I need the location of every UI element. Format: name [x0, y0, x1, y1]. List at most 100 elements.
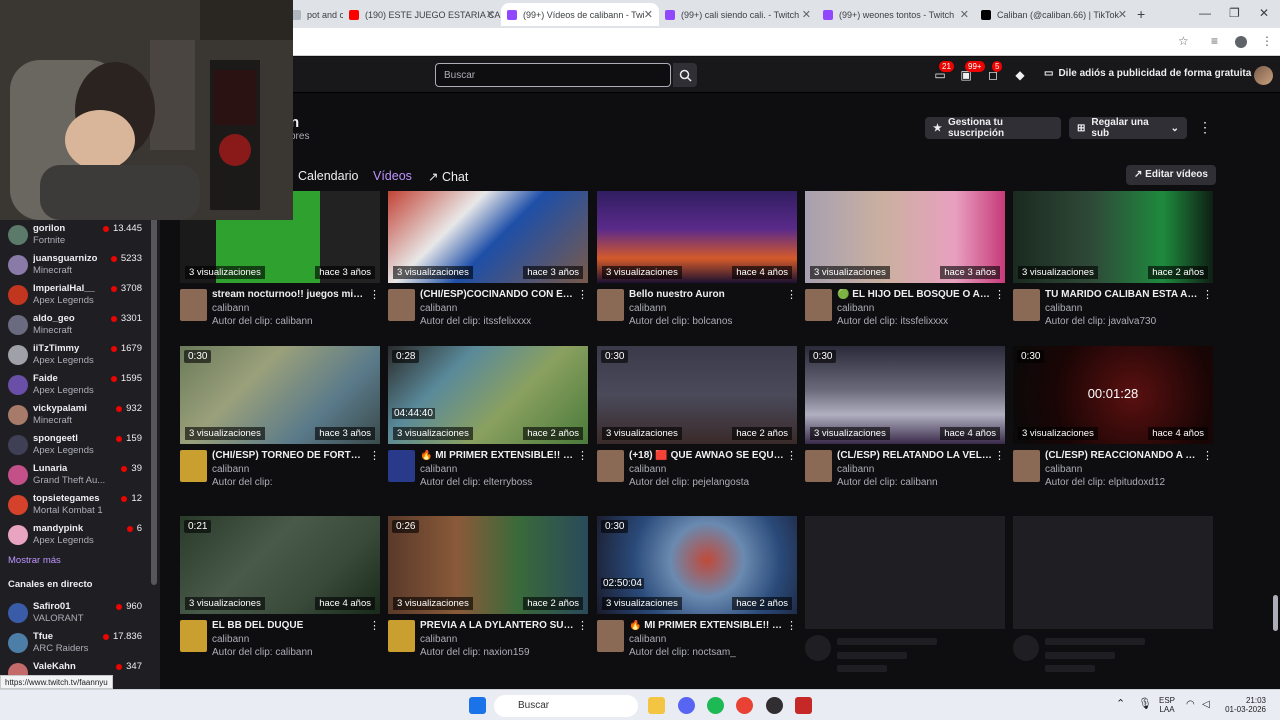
- discord-icon[interactable]: [678, 697, 695, 714]
- clip-title[interactable]: (CHI/ESP)COCINANDO CON EL ...: [420, 289, 575, 300]
- clip-card[interactable]: 0:30 00:01:28 3 visualizaciones hace 4 años…: [1013, 346, 1213, 506]
- browser-tab-1[interactable]: (190) ESTE JUEGO ESTARIA CA ✕: [343, 3, 501, 26]
- browser-tab-4[interactable]: (99+) weones tontos - Twitch ✕: [817, 3, 975, 26]
- tab-chat[interactable]: ↗ Chat: [428, 169, 468, 184]
- clip-game-cover[interactable]: [388, 450, 415, 482]
- bits-icon[interactable]: ◆: [1011, 66, 1029, 84]
- clip-game-cover[interactable]: [388, 620, 415, 652]
- clip-title[interactable]: 🟢 EL HIJO DEL BOSQUE O ALG...: [837, 289, 992, 300]
- clip-channel[interactable]: calibann: [212, 634, 249, 645]
- inbox-icon[interactable]: ▭ 21: [931, 61, 954, 84]
- app-icon[interactable]: [795, 697, 812, 714]
- browser-tab-0[interactable]: pot and c: [285, 3, 343, 26]
- sidebar-channel-item[interactable]: spongeetl Apex Legends 159: [0, 430, 152, 460]
- clip-thumbnail[interactable]: 3 visualizaciones hace 3 años: [388, 191, 588, 283]
- clip-title[interactable]: TU MARIDO CALIBAN ESTA AQU...: [1045, 289, 1200, 300]
- clip-channel[interactable]: calibann: [212, 303, 249, 314]
- close-tab-icon[interactable]: ✕: [1118, 8, 1127, 21]
- media-controls-icon[interactable]: ≡: [1211, 34, 1218, 48]
- clip-channel[interactable]: calibann: [837, 464, 874, 475]
- clip-game-cover[interactable]: [388, 289, 415, 321]
- clip-game-cover[interactable]: [597, 450, 624, 482]
- manage-subscription-button[interactable]: ★ Gestiona tu suscripción: [925, 117, 1061, 139]
- chrome-icon[interactable]: [736, 697, 753, 714]
- more-options-icon[interactable]: ⋮: [786, 619, 797, 632]
- clip-card[interactable]: 0:21 3 visualizaciones hace 4 años EL BB DE…: [180, 516, 380, 676]
- clip-card[interactable]: 0:30 02:50:04 3 visualizaciones hace 2 años…: [597, 516, 797, 676]
- close-tab-icon[interactable]: ✕: [486, 8, 495, 21]
- clip-thumbnail[interactable]: 3 visualizaciones hace 3 años: [805, 191, 1005, 283]
- language-indicator[interactable]: ESP LAA: [1156, 696, 1178, 714]
- more-options-icon[interactable]: ⋮: [1198, 119, 1212, 136]
- clip-title[interactable]: EL BB DEL DUQUE: [212, 620, 367, 631]
- browser-tab-3[interactable]: (99+) cali siendo cali. - Twitch ✕: [659, 3, 817, 26]
- windows-start-icon[interactable]: [469, 697, 486, 714]
- clip-channel[interactable]: calibann: [212, 464, 249, 475]
- clip-thumbnail[interactable]: 0:30 00:01:28 3 visualizaciones hace 4 años: [1013, 346, 1213, 444]
- tab-calendar[interactable]: Calendario: [298, 169, 358, 183]
- more-options-icon[interactable]: ⋮: [1202, 449, 1213, 462]
- whispers-icon[interactable]: ▣ 99+: [957, 61, 985, 84]
- clip-card[interactable]: 3 visualizaciones hace 3 años (CHI/ESP)COC…: [388, 191, 588, 345]
- sidebar-channel-item[interactable]: vickypalami Minecraft 932: [0, 400, 152, 430]
- clip-thumbnail[interactable]: 0:26 3 visualizaciones hace 2 años: [388, 516, 588, 614]
- profile-icon[interactable]: [1235, 36, 1247, 48]
- clip-thumbnail[interactable]: 3 visualizaciones hace 4 años: [597, 191, 797, 283]
- clip-game-cover[interactable]: [805, 450, 832, 482]
- bookmark-star-icon[interactable]: ☆: [1178, 34, 1189, 48]
- tray-chevron-icon[interactable]: ⌃: [1116, 699, 1125, 710]
- sidebar-channel-item[interactable]: Faide Apex Legends 1595: [0, 370, 152, 400]
- more-options-icon[interactable]: ⋮: [1202, 288, 1213, 301]
- page-scrollbar[interactable]: [1272, 93, 1279, 689]
- clip-title[interactable]: (CHI/ESP) TORNEO DE FORTNIT...: [212, 450, 367, 461]
- more-options-icon[interactable]: ⋮: [786, 449, 797, 462]
- clip-title[interactable]: (CL/ESP) REACCIONANDO A LA ...: [1045, 450, 1200, 461]
- clip-channel[interactable]: calibann: [629, 634, 666, 645]
- clip-channel[interactable]: calibann: [420, 303, 457, 314]
- clip-game-cover[interactable]: [180, 620, 207, 652]
- more-options-icon[interactable]: ⋮: [369, 449, 380, 462]
- sidebar-channel-item[interactable]: Safiro01 VALORANT 960: [0, 598, 152, 628]
- more-options-icon[interactable]: ⋮: [577, 619, 588, 632]
- more-options-icon[interactable]: ⋮: [577, 288, 588, 301]
- clip-thumbnail[interactable]: 0:30 3 visualizaciones hace 2 años: [597, 346, 797, 444]
- browser-tab-5[interactable]: Caliban (@caliban.66) | TikTok ✕: [975, 3, 1133, 26]
- close-tab-icon[interactable]: ✕: [802, 8, 811, 21]
- sidebar-channel-item[interactable]: Tfue ARC Raiders 17.836: [0, 628, 152, 658]
- more-options-icon[interactable]: ⋮: [786, 288, 797, 301]
- clip-card[interactable]: 0:30 3 visualizaciones hace 2 años (+18) 🟥 …: [597, 346, 797, 506]
- gift-sub-button[interactable]: ⊞ Regalar una sub ⌄: [1069, 117, 1187, 139]
- clip-thumbnail[interactable]: 0:21 3 visualizaciones hace 4 años: [180, 516, 380, 614]
- sidebar-channel-item[interactable]: mandypink Apex Legends 6: [0, 520, 152, 550]
- more-options-icon[interactable]: ⋮: [369, 619, 380, 632]
- clip-title[interactable]: stream nocturnoo!! juegos mier...: [212, 289, 367, 300]
- more-options-icon[interactable]: ⋮: [577, 449, 588, 462]
- file-explorer-icon[interactable]: [648, 697, 665, 714]
- more-options-icon[interactable]: ⋮: [369, 288, 380, 301]
- more-options-icon[interactable]: ⋮: [994, 288, 1005, 301]
- clip-thumbnail[interactable]: 0:30 02:50:04 3 visualizaciones hace 2 años: [597, 516, 797, 614]
- taskbar-search[interactable]: Buscar: [494, 695, 638, 717]
- clip-card[interactable]: 0:28 04:44:40 3 visualizaciones hace 2 años…: [388, 346, 588, 506]
- clip-thumbnail[interactable]: 0:30 3 visualizaciones hace 4 años: [805, 346, 1005, 444]
- minimize-icon[interactable]: —: [1199, 6, 1211, 20]
- clip-game-cover[interactable]: [1013, 289, 1040, 321]
- clip-channel[interactable]: calibann: [420, 634, 457, 645]
- user-avatar[interactable]: [1254, 66, 1273, 85]
- more-options-icon[interactable]: ⋮: [994, 449, 1005, 462]
- browser-tab-2[interactable]: (99+) Vídeos de calibann - Twi ✕: [501, 3, 659, 26]
- clip-card[interactable]: 0:30 3 visualizaciones hace 4 años (CL/ESP)…: [805, 346, 1005, 506]
- clip-card[interactable]: 3 visualizaciones hace 4 años Bello nuestr…: [597, 191, 797, 345]
- clip-title[interactable]: (CL/ESP) RELATANDO LA VELA...: [837, 450, 992, 461]
- clip-channel[interactable]: calibann: [420, 464, 457, 475]
- page-scrollbar-thumb[interactable]: [1273, 595, 1278, 631]
- clock[interactable]: 21:03 01-03-2026: [1222, 696, 1266, 714]
- sidebar-channel-item[interactable]: topsietegames Mortal Kombat 1 12: [0, 490, 152, 520]
- microphone-icon[interactable]: 🎙: [1138, 699, 1152, 710]
- sidebar-channel-item[interactable]: aldo_geo Minecraft 3301: [0, 310, 152, 340]
- search-input[interactable]: Buscar: [435, 63, 671, 87]
- clip-channel[interactable]: calibann: [629, 464, 666, 475]
- clip-title[interactable]: 🔥 MI PRIMER EXTENSIBLE!! 🔥 ...: [629, 620, 784, 631]
- sidebar-channel-item[interactable]: juansguarnizo Minecraft 5233: [0, 250, 152, 280]
- close-window-icon[interactable]: ✕: [1259, 6, 1269, 20]
